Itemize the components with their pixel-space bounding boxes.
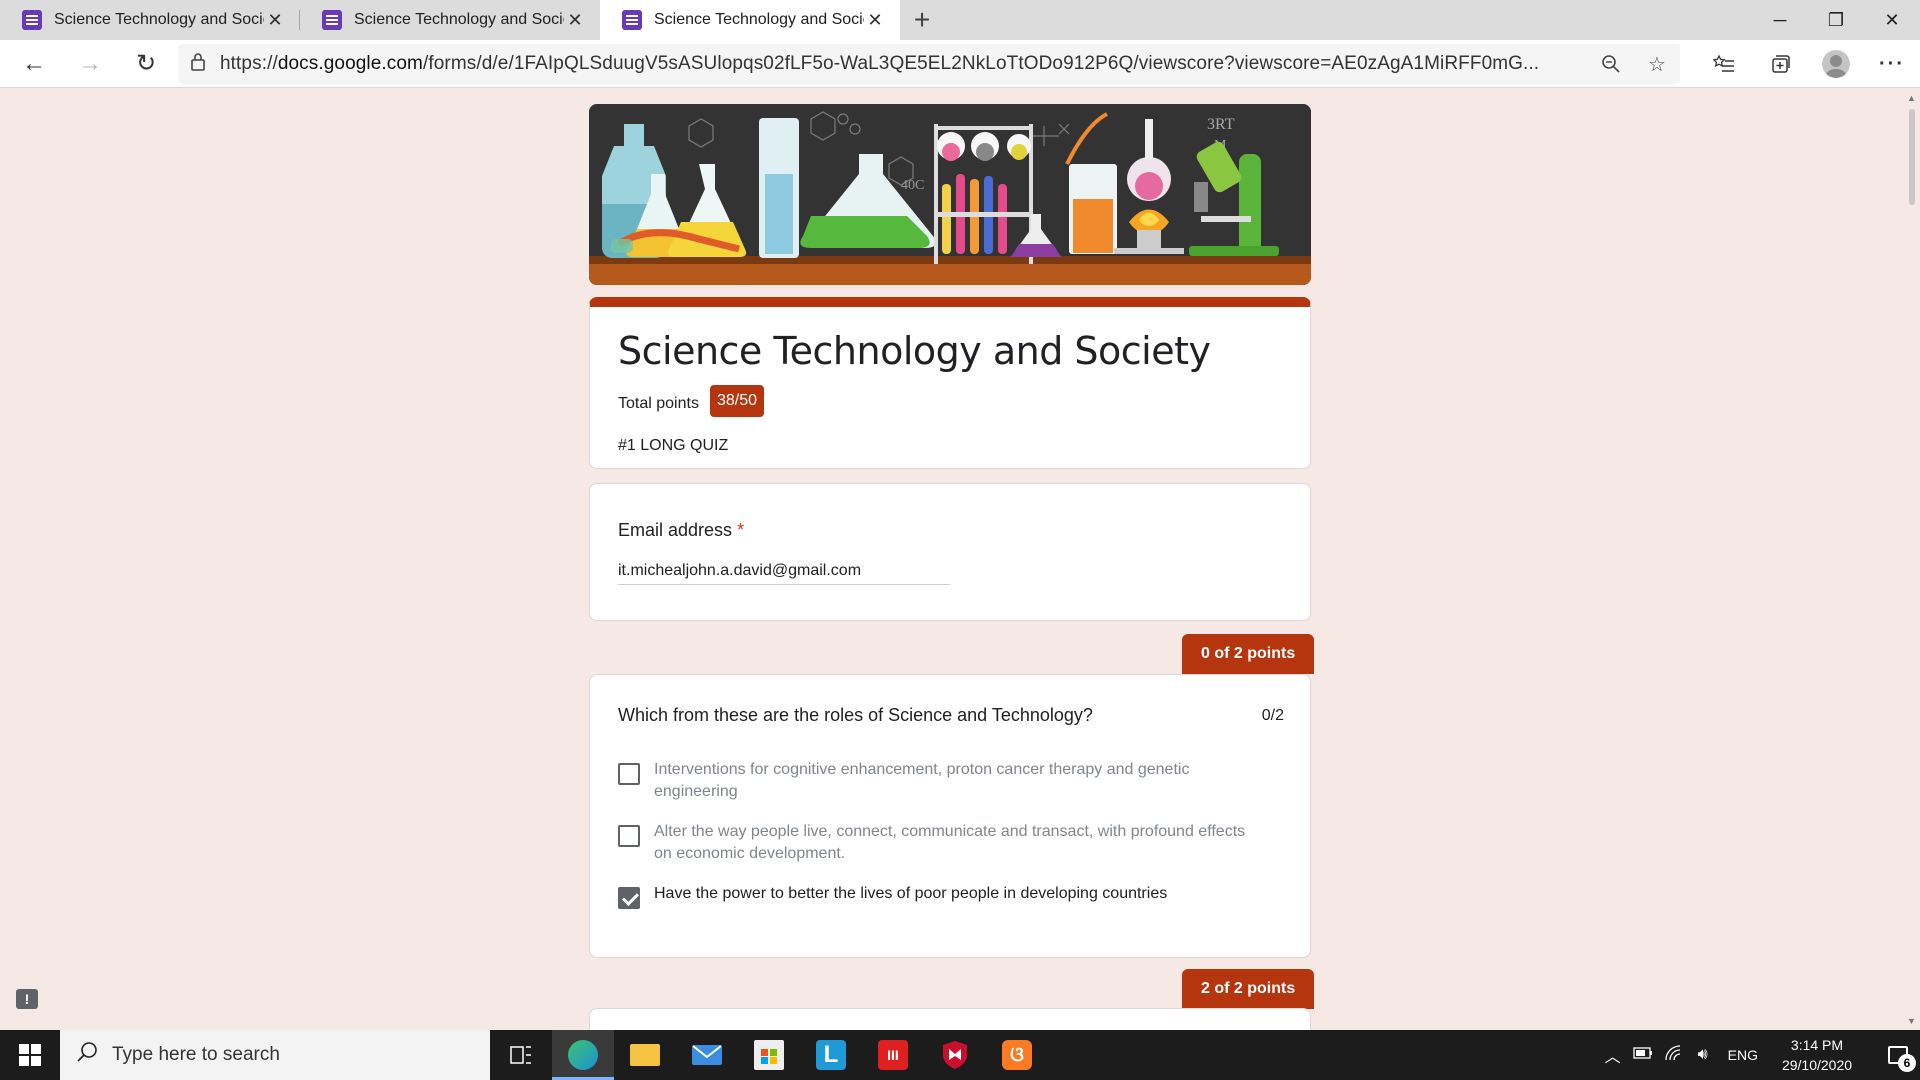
collections-icon[interactable] bbox=[1752, 40, 1808, 88]
option-label: Have the power to better the lives of po… bbox=[654, 885, 1168, 902]
scrollbar-thumb[interactable] bbox=[1909, 109, 1915, 205]
edge-browser-icon[interactable] bbox=[552, 1030, 614, 1080]
google-forms-icon bbox=[22, 10, 42, 30]
email-label: Email address * bbox=[618, 520, 745, 540]
form-description: #1 LONG QUIZ bbox=[618, 437, 729, 454]
favorite-star-icon[interactable]: ☆ bbox=[1634, 44, 1680, 84]
question-points-header: 0 of 2 points bbox=[1182, 634, 1315, 674]
tab-title: Science Technology and Society bbox=[354, 11, 564, 28]
close-tab-icon[interactable]: ✕ bbox=[564, 9, 586, 31]
tab-title: Science Technology and Society bbox=[54, 11, 264, 28]
microsoft-store-icon[interactable] bbox=[738, 1030, 800, 1080]
google-forms-icon bbox=[622, 10, 642, 30]
chevron-up-icon[interactable]: ︿ bbox=[1598, 1043, 1628, 1067]
email-card: Email address * it.michealjohn.a.david@g… bbox=[589, 483, 1311, 621]
refresh-button[interactable]: ↻ bbox=[118, 40, 174, 88]
question-card: Which from these are the roles of Scienc… bbox=[589, 674, 1311, 958]
system-tray: ︿ 🔊︎ ENG 3:14 PM 29/10/2020 6 bbox=[1598, 1030, 1920, 1080]
search-placeholder: Type here to search bbox=[112, 1044, 280, 1065]
google-forms-icon bbox=[322, 10, 342, 30]
battery-icon[interactable] bbox=[1628, 1046, 1658, 1064]
lock-icon[interactable] bbox=[190, 52, 206, 77]
question-score: 0/2 bbox=[1261, 707, 1284, 724]
notification-count-badge: 6 bbox=[1898, 1054, 1916, 1072]
tab-title: Science Technology and Society bbox=[654, 11, 864, 28]
option-label: Alter the way people live, connect, comm… bbox=[654, 823, 1246, 862]
checkbox-unchecked[interactable] bbox=[618, 825, 640, 847]
new-tab-button[interactable]: + bbox=[900, 0, 944, 40]
address-bar[interactable]: https://docs.google.com/forms/d/e/1FAIpQ… bbox=[178, 44, 1680, 84]
page-scrollbar[interactable]: ▲ ▼ bbox=[1904, 89, 1920, 1030]
wifi-icon[interactable] bbox=[1658, 1044, 1688, 1066]
windows-logo-icon bbox=[19, 1044, 41, 1066]
back-button[interactable]: ← bbox=[6, 40, 62, 88]
answer-option: Interventions for cognitive enhancement,… bbox=[618, 759, 1258, 803]
question-points-header: 2 of 2 points bbox=[1182, 969, 1315, 1009]
form-title: Science Technology and Society bbox=[618, 329, 1211, 373]
close-tab-icon[interactable]: ✕ bbox=[264, 9, 286, 31]
toolbar-right: ··· bbox=[1696, 40, 1920, 88]
page-content: 3RT M 40C bbox=[0, 89, 1904, 1030]
restore-button[interactable]: ❐ bbox=[1808, 0, 1864, 40]
report-feedback-icon[interactable]: ! bbox=[16, 989, 38, 1009]
form-title-card: Science Technology and Society Total poi… bbox=[589, 297, 1311, 469]
checkbox-unchecked[interactable] bbox=[618, 763, 640, 785]
address-toolbar: ← → ↻ https://docs.google.com/forms/d/e/… bbox=[0, 40, 1920, 88]
tab-bar: Science Technology and Society ✕ Science… bbox=[0, 0, 1920, 40]
option-label: Interventions for cognitive enhancement,… bbox=[654, 761, 1190, 800]
more-options-icon[interactable]: ··· bbox=[1864, 40, 1920, 88]
question-card bbox=[589, 1008, 1311, 1030]
browser-tab-1[interactable]: Science Technology and Society ✕ bbox=[0, 0, 300, 40]
clock-date: 29/10/2020 bbox=[1781, 1057, 1853, 1073]
clock-time: 3:14 PM bbox=[1790, 1037, 1844, 1053]
l-app-icon[interactable]: L bbox=[800, 1030, 862, 1080]
answer-option: Alter the way people live, connect, comm… bbox=[618, 821, 1258, 865]
browser-tab-3-active[interactable]: Science Technology and Society ✕ bbox=[600, 0, 900, 40]
header-banner-image: 3RT M 40C bbox=[589, 104, 1311, 285]
red-app-icon[interactable]: III bbox=[862, 1030, 924, 1080]
volume-icon[interactable]: 🔊︎ bbox=[1688, 1046, 1718, 1064]
profile-avatar[interactable] bbox=[1808, 40, 1864, 88]
checkbox-checked[interactable] bbox=[618, 887, 640, 909]
clock[interactable]: 3:14 PM 29/10/2020 bbox=[1772, 1035, 1862, 1075]
close-window-button[interactable]: ✕ bbox=[1864, 0, 1920, 40]
taskbar-search-box[interactable]: Type here to search bbox=[60, 1030, 490, 1080]
zoom-icon[interactable] bbox=[1588, 44, 1634, 84]
action-center-icon[interactable]: 6 bbox=[1876, 1030, 1920, 1080]
language-indicator[interactable]: ENG bbox=[1728, 1047, 1758, 1063]
svg-text:40C: 40C bbox=[901, 178, 924, 193]
email-value: it.michealjohn.a.david@gmail.com bbox=[618, 562, 950, 585]
browser-tab-2[interactable]: Science Technology and Society ✕ bbox=[300, 0, 600, 40]
start-button[interactable] bbox=[0, 1030, 60, 1080]
url-text: https://docs.google.com/forms/d/e/1FAIpQ… bbox=[220, 53, 1540, 74]
total-score-badge: 38/50 bbox=[710, 385, 765, 417]
mail-icon[interactable] bbox=[676, 1030, 738, 1080]
windows-taskbar: Type here to search L III ଓ ︿ � bbox=[0, 1030, 1920, 1080]
search-icon bbox=[76, 1041, 98, 1069]
file-explorer-icon[interactable] bbox=[614, 1030, 676, 1080]
mcafee-shield-icon[interactable] bbox=[924, 1030, 986, 1080]
window-controls: ─ ❐ ✕ bbox=[1752, 0, 1920, 40]
favorites-list-icon[interactable] bbox=[1696, 40, 1752, 88]
task-view-icon[interactable] bbox=[490, 1030, 552, 1080]
minimize-button[interactable]: ─ bbox=[1752, 0, 1808, 40]
forward-button[interactable]: → bbox=[62, 40, 118, 88]
answer-option: Have the power to better the lives of po… bbox=[618, 883, 1258, 909]
total-points-label: Total points bbox=[618, 395, 699, 412]
question-text: Which from these are the roles of Scienc… bbox=[618, 705, 1093, 725]
xampp-icon[interactable]: ଓ bbox=[986, 1030, 1048, 1080]
required-asterisk: * bbox=[737, 520, 745, 540]
svg-text:3RT: 3RT bbox=[1207, 116, 1235, 133]
close-tab-icon[interactable]: ✕ bbox=[864, 9, 886, 31]
